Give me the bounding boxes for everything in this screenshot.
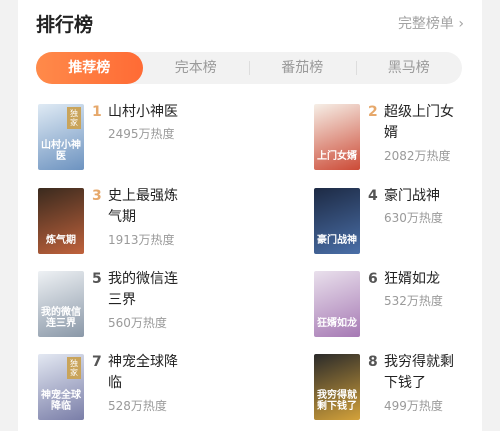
heat-count: 499万热度 <box>384 399 443 413</box>
book-item[interactable]: 炼气期 3 史上最强炼气期 1913万热度 <box>38 188 258 256</box>
book-item[interactable]: 我的微信连三界 5 我的微信连三界 560万热度 <box>38 271 258 339</box>
cover-title-art: 狂婿如龙 <box>317 318 357 329</box>
book-cover[interactable]: 上门女婿 <box>314 104 360 170</box>
heat-count: 2495万热度 <box>108 127 175 141</box>
book-cover[interactable]: 神宠全球降临 独家 <box>38 354 84 420</box>
rank-number: 2 <box>368 104 378 120</box>
book-item[interactable]: 神宠全球降临 独家 7 神宠全球降临 528万热度 <box>38 354 258 422</box>
chevron-right-icon: › <box>458 16 464 32</box>
cover-title-art: 上门女婿 <box>317 151 357 162</box>
full-list-label: 完整榜单 <box>397 16 454 32</box>
ranking-header: 排行榜 完整榜单 › <box>36 10 464 38</box>
book-title[interactable]: 史上最强炼气期 <box>108 186 188 228</box>
rank-number: 1 <box>92 104 102 120</box>
book-title[interactable]: 超级上门女婿 <box>384 102 464 144</box>
book-title[interactable]: 豪门战神 <box>384 186 464 207</box>
heat-count: 2082万热度 <box>384 149 451 163</box>
cover-title-art: 我的微信连三界 <box>41 307 81 329</box>
book-item[interactable]: 我穷得就剩下钱了 8 我穷得就剩下钱了 499万热度 <box>314 354 500 422</box>
tab-recommended[interactable]: 推荐榜 <box>36 52 143 84</box>
tab-dark-horse[interactable]: 黑马榜 <box>355 52 463 84</box>
book-cover[interactable]: 我穷得就剩下钱了 <box>314 354 360 420</box>
book-item[interactable]: 山村小神医 独家 1 山村小神医 2495万热度 <box>38 104 258 172</box>
book-cover[interactable]: 炼气期 <box>38 188 84 254</box>
heat-count: 630万热度 <box>384 211 443 225</box>
book-title[interactable]: 狂婿如龙 <box>384 269 464 290</box>
tab-completed[interactable]: 完本榜 <box>143 52 250 84</box>
section-title: 排行榜 <box>36 14 94 36</box>
book-title[interactable]: 我的微信连三界 <box>108 269 188 311</box>
book-title[interactable]: 神宠全球降临 <box>108 352 188 394</box>
cover-title-art: 豪门战神 <box>317 235 357 246</box>
book-cover[interactable]: 狂婿如龙 <box>314 271 360 337</box>
book-cover[interactable]: 山村小神医 独家 <box>38 104 84 170</box>
rank-number: 8 <box>368 354 378 370</box>
rank-number: 6 <box>368 271 378 287</box>
tab-fanqie[interactable]: 番茄榜 <box>249 52 356 84</box>
heat-count: 528万热度 <box>108 399 167 413</box>
cover-title-art: 炼气期 <box>46 235 76 246</box>
exclusive-badge: 独家 <box>67 107 81 129</box>
exclusive-badge: 独家 <box>67 357 81 379</box>
book-title[interactable]: 山村小神医 <box>108 102 188 123</box>
book-item[interactable]: 狂婿如龙 6 狂婿如龙 532万热度 <box>314 271 500 339</box>
book-cover[interactable]: 豪门战神 <box>314 188 360 254</box>
rank-number: 5 <box>92 271 102 287</box>
cover-title-art: 神宠全球降临 <box>41 390 81 412</box>
heat-count: 532万热度 <box>384 294 443 308</box>
book-title[interactable]: 我穷得就剩下钱了 <box>384 352 464 394</box>
book-cover[interactable]: 我的微信连三界 <box>38 271 84 337</box>
cover-title-art: 山村小神医 <box>41 140 81 162</box>
ranking-card: 排行榜 完整榜单 › 推荐榜 完本榜 番茄榜 黑马榜 山村小神医 独家 1 山村小神医… <box>18 0 482 431</box>
cover-title-art: 我穷得就剩下钱了 <box>317 390 357 412</box>
heat-count: 560万热度 <box>108 316 167 330</box>
ranking-tabs: 推荐榜 完本榜 番茄榜 黑马榜 <box>36 52 462 84</box>
book-item[interactable]: 豪门战神 4 豪门战神 630万热度 <box>314 188 500 256</box>
full-list-link[interactable]: 完整榜单 › <box>398 13 464 33</box>
heat-count: 1913万热度 <box>108 233 175 247</box>
rank-number: 4 <box>368 188 378 204</box>
rank-number: 7 <box>92 354 102 370</box>
rank-number: 3 <box>92 188 102 204</box>
book-item[interactable]: 上门女婿 2 超级上门女婿 2082万热度 <box>314 104 500 172</box>
